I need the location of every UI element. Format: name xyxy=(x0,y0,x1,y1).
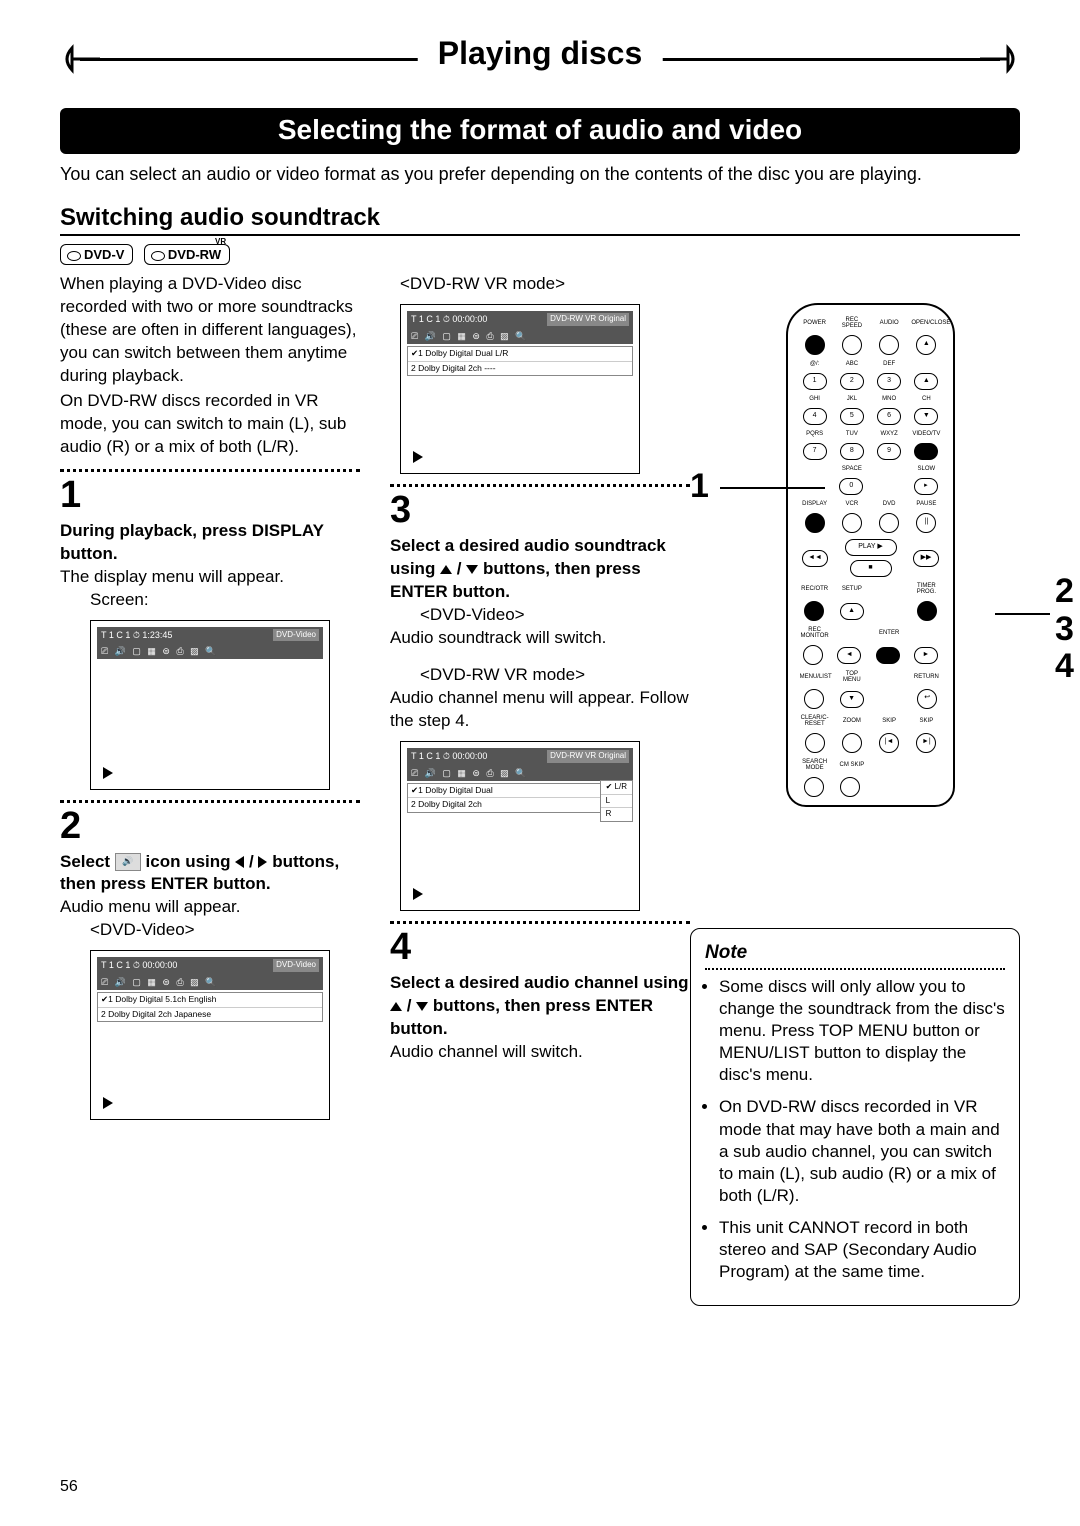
num-5-button[interactable]: 5 xyxy=(840,408,864,425)
nav-left-button[interactable]: ◄ xyxy=(837,647,861,664)
step3-number: 3 xyxy=(390,491,690,529)
column-middle: <DVD-RW VR mode> T 1 C 1 ⏱ 00:00:00 DVD-… xyxy=(390,273,690,1128)
vr-screen-1: T 1 C 1 ⏱ 00:00:00 DVD-RW VR Original ⎚ … xyxy=(400,304,640,474)
step3-mode-vr: <DVD-RW VR mode> xyxy=(390,664,690,687)
step2-instruction: Select 🔊 icon using / buttons, then pres… xyxy=(60,851,360,897)
cm-skip-button[interactable] xyxy=(840,777,860,797)
vcr-button[interactable] xyxy=(842,513,862,533)
video-tv-button[interactable] xyxy=(914,443,938,460)
badge-dvdrw: VRDVD-RW xyxy=(144,244,230,265)
left-para1: When playing a DVD-Video disc recorded w… xyxy=(60,273,360,388)
rec-speed-button[interactable] xyxy=(842,335,862,355)
setup-up-button[interactable]: ▲ xyxy=(840,603,864,620)
deco-right-icon xyxy=(980,44,1020,74)
ch-down-button[interactable]: ▼ xyxy=(914,408,938,425)
format-badges: DVD-V VRDVD-RW xyxy=(60,244,1020,265)
step4-text: Audio channel will switch. xyxy=(390,1041,690,1064)
step2-number: 2 xyxy=(60,807,360,845)
rew-button[interactable]: ◄◄ xyxy=(802,550,828,567)
slow-button[interactable]: ▸ xyxy=(914,478,938,495)
dvd-button[interactable] xyxy=(879,513,899,533)
note-item-3: This unit CANNOT record in both stereo a… xyxy=(719,1217,1005,1283)
stop-button[interactable]: ■ xyxy=(850,560,892,577)
return-button[interactable]: ↩ xyxy=(917,689,937,709)
step1-instruction: During playback, press DISPLAY button. xyxy=(60,520,360,566)
rec-monitor-button[interactable] xyxy=(803,645,823,665)
display-button[interactable] xyxy=(805,513,825,533)
skip-fwd-button[interactable]: ►| xyxy=(916,733,936,753)
num-1-button[interactable]: 1 xyxy=(803,373,827,390)
step3-instruction: Select a desired audio soundtrack using … xyxy=(390,535,690,604)
subtitle-bar: Selecting the format of audio and video xyxy=(60,108,1020,154)
num-3-button[interactable]: 3 xyxy=(877,373,901,390)
step2-mode: <DVD-Video> xyxy=(60,919,360,942)
badge-dvdv: DVD-V xyxy=(60,244,133,265)
num-9-button[interactable]: 9 xyxy=(877,443,901,460)
step3-screen: T 1 C 1 ⏱ 00:00:00 DVD-RW VR Original ⎚ … xyxy=(400,741,640,911)
note-title: Note xyxy=(705,941,1005,966)
skip-back-button[interactable]: |◄ xyxy=(879,733,899,753)
column-left: When playing a DVD-Video disc recorded w… xyxy=(60,273,360,1128)
callout-234: 2 3 4 xyxy=(1055,573,1074,685)
num-0-button[interactable]: 0 xyxy=(839,478,863,495)
clear-button[interactable] xyxy=(805,733,825,753)
step1-number: 1 xyxy=(60,476,360,514)
step3-text-video: Audio soundtrack will switch. xyxy=(390,627,690,650)
audio-button[interactable] xyxy=(879,335,899,355)
step2-text: Audio menu will appear. xyxy=(60,896,360,919)
rec-otr-button[interactable] xyxy=(804,601,824,621)
power-button[interactable] xyxy=(805,335,825,355)
page-title: Playing discs xyxy=(418,35,663,72)
enter-button[interactable] xyxy=(876,647,900,664)
step1-screen-label: Screen: xyxy=(60,589,360,612)
step4-number: 4 xyxy=(390,928,690,966)
open-close-button[interactable]: ▲ xyxy=(916,335,936,355)
play-button[interactable]: PLAY ▶ xyxy=(845,539,897,556)
remote-control: POWERREC SPEEDAUDIOOPEN/CLOSE ▲ @/:ABCDE… xyxy=(786,303,955,807)
timer-prog-button[interactable] xyxy=(917,601,937,621)
zoom-button[interactable] xyxy=(842,733,862,753)
num-8-button[interactable]: 8 xyxy=(840,443,864,460)
left-para2: On DVD-RW discs recorded in VR mode, you… xyxy=(60,390,360,459)
step1-text: The display menu will appear. xyxy=(60,566,360,589)
step3-text-vr: Audio channel menu will appear. Follow t… xyxy=(390,687,690,733)
nav-down-button[interactable]: ▼ xyxy=(840,691,864,708)
search-mode-button[interactable] xyxy=(804,777,824,797)
step2-screen: T 1 C 1 ⏱ 00:00:00 DVD-Video ⎚ 🔊 ▢ ▦ ⊜ ⎙… xyxy=(90,950,330,1120)
note-box: Note Some discs will only allow you to c… xyxy=(690,928,1020,1306)
mode-vr-label: <DVD-RW VR mode> xyxy=(390,273,690,296)
step1-screen: T 1 C 1 ⏱ 1:23:45 DVD-Video ⎚ 🔊 ▢ ▦ ⊜ ⎙ … xyxy=(90,620,330,790)
section-heading: Switching audio soundtrack xyxy=(60,204,1020,236)
num-4-button[interactable]: 4 xyxy=(803,408,827,425)
pause-button[interactable]: || xyxy=(916,513,936,533)
menu-list-button[interactable] xyxy=(804,689,824,709)
title-bar: Playing discs xyxy=(60,30,1020,100)
audio-icon: 🔊 xyxy=(115,853,141,871)
step4-instruction: Select a desired audio channel using / b… xyxy=(390,972,690,1041)
column-right: POWERREC SPEEDAUDIOOPEN/CLOSE ▲ @/:ABCDE… xyxy=(720,273,1020,1128)
step3-mode-video: <DVD-Video> xyxy=(390,604,690,627)
callout-1: 1 xyxy=(690,467,709,506)
num-6-button[interactable]: 6 xyxy=(877,408,901,425)
ff-button[interactable]: ▶▶ xyxy=(913,550,939,567)
num-7-button[interactable]: 7 xyxy=(803,443,827,460)
num-2-button[interactable]: 2 xyxy=(840,373,864,390)
page-number: 56 xyxy=(60,1478,78,1496)
note-item-1: Some discs will only allow you to change… xyxy=(719,976,1005,1086)
ch-up-button[interactable]: ▲ xyxy=(914,373,938,390)
intro-text: You can select an audio or video format … xyxy=(60,162,1020,186)
nav-right-button[interactable]: ► xyxy=(914,647,938,664)
note-item-2: On DVD-RW discs recorded in VR mode that… xyxy=(719,1096,1005,1206)
